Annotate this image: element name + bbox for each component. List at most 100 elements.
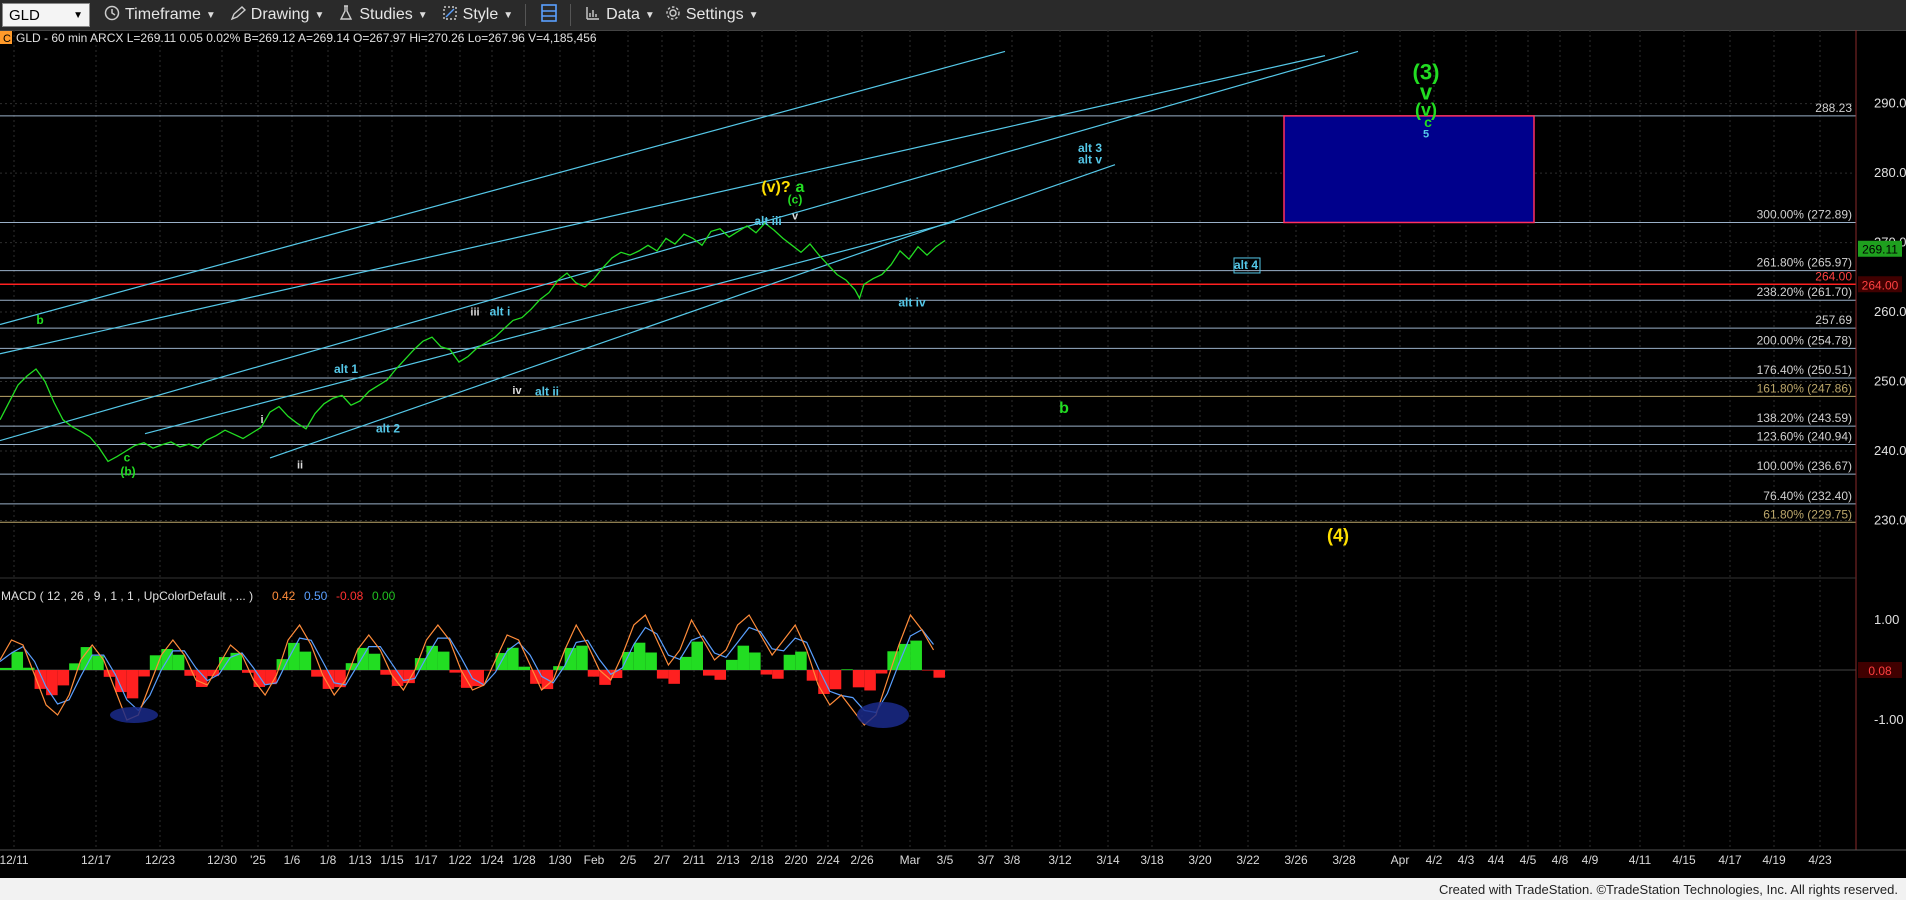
toolbar-divider xyxy=(525,4,527,26)
macd-histogram-bar xyxy=(691,641,703,670)
x-tick-label: 3/14 xyxy=(1096,853,1120,867)
macd-histogram-bar xyxy=(57,670,70,686)
x-tick-label: 4/4 xyxy=(1488,853,1505,867)
y-tick-label: 260.00 xyxy=(1874,304,1906,319)
chevron-down-icon: ▼ xyxy=(748,9,759,21)
level-label: 176.40% (250.51) xyxy=(1757,363,1852,377)
y-tick-label: 250.00 xyxy=(1874,374,1906,389)
macd-histogram-bar xyxy=(910,640,922,670)
macd-histogram-bar xyxy=(426,645,438,670)
x-tick-label: 1/28 xyxy=(512,853,536,867)
chevron-down-icon: ▼ xyxy=(205,9,216,21)
level-label: 257.69 xyxy=(1815,313,1852,327)
wave-label: iii xyxy=(470,307,479,319)
symbol-text: GLD xyxy=(9,6,40,24)
macd-histogram-bar xyxy=(115,670,127,693)
style-icon xyxy=(442,5,458,26)
x-tick-label: 1/13 xyxy=(348,853,372,867)
footer-bar: Created with TradeStation. ©TradeStation… xyxy=(0,878,1906,900)
macd-histogram-bar xyxy=(656,670,669,679)
macd-histogram-bar xyxy=(484,670,496,671)
macd-histogram-bar xyxy=(138,670,150,677)
wave-label: b xyxy=(1059,400,1069,417)
macd-histogram-bar xyxy=(818,670,830,694)
wave-label: (v)? xyxy=(761,179,790,196)
macd-histogram-bar xyxy=(726,659,738,670)
style-menu[interactable]: Style ▼ xyxy=(442,5,513,26)
x-tick-label: 3/12 xyxy=(1048,853,1072,867)
drawing-menu[interactable]: Drawing ▼ xyxy=(230,5,324,26)
x-tick-label: 1/17 xyxy=(414,853,438,867)
x-tick-label: 3/8 xyxy=(1004,853,1021,867)
footer-text: Created with TradeStation. ©TradeStation… xyxy=(1438,882,1898,897)
x-tick-label: 2/11 xyxy=(683,853,706,867)
wave-label: i xyxy=(260,414,263,426)
studies-label: Studies xyxy=(359,6,413,23)
channel-lines xyxy=(0,50,1359,459)
chevron-down-icon[interactable]: ▼ xyxy=(73,10,83,21)
x-tick-label: 12/11 xyxy=(0,853,29,867)
target-box xyxy=(1283,115,1535,224)
wave-label: (4) xyxy=(1327,525,1349,545)
settings-label: Settings xyxy=(685,6,744,23)
level-label: 261.80% (265.97) xyxy=(1757,256,1852,270)
macd-histogram-bar xyxy=(679,656,692,670)
macd-histogram-bar xyxy=(783,654,796,670)
clock-icon xyxy=(104,5,120,26)
macd-histogram-bar xyxy=(829,670,842,690)
macd-histogram-bar xyxy=(622,651,634,670)
timeframe-menu[interactable]: Timeframe ▼ xyxy=(104,5,216,26)
x-tick-label: 1/30 xyxy=(548,853,572,867)
y-tick-label: 230.00 xyxy=(1874,513,1906,528)
header-badge: C xyxy=(3,33,11,45)
price-chart[interactable]: 288.23300.00% (272.89)261.80% (265.97)26… xyxy=(0,30,1906,878)
macd-histogram-bar xyxy=(795,651,807,670)
macd-panel xyxy=(0,613,1856,728)
x-tick-label: 4/15 xyxy=(1672,853,1696,867)
macd-value-4: 0.00 xyxy=(372,589,396,603)
wave-label: alt 4 xyxy=(1234,258,1258,272)
toolbar: GLD ▼ Timeframe ▼ Drawing ▼ Studies ▼ St… xyxy=(0,0,1906,31)
last-price-label: 269.11 xyxy=(1862,243,1898,257)
timeframe-label: Timeframe xyxy=(125,6,201,23)
layout-button[interactable] xyxy=(540,3,558,28)
level-label: 123.60% (240.94) xyxy=(1757,429,1852,443)
x-tick-label: 1/6 xyxy=(284,853,301,867)
macd-histogram-bar xyxy=(449,670,461,673)
studies-menu[interactable]: Studies ▼ xyxy=(338,4,428,26)
chevron-down-icon: ▼ xyxy=(417,9,428,21)
macd-header: MACD ( 12 , 26 , 9 , 1 , 1 , UpColorDefa… xyxy=(1,589,253,603)
settings-menu[interactable]: Settings ▼ xyxy=(665,5,759,26)
x-tick-label: 3/22 xyxy=(1236,853,1260,867)
wave-label: c xyxy=(124,450,131,464)
macd-last-value: 0.08 xyxy=(1868,664,1892,678)
macd-histogram-bar xyxy=(0,667,12,670)
macd-histogram-bar xyxy=(149,655,162,670)
level-label: 300.00% (272.89) xyxy=(1757,207,1852,221)
x-tick-label: 2/18 xyxy=(750,853,774,867)
layout-icon xyxy=(540,3,558,28)
x-tick-label: 2/13 xyxy=(716,853,740,867)
chevron-down-icon: ▼ xyxy=(503,9,514,21)
y-tick-label: 240.00 xyxy=(1874,443,1906,458)
x-tick-label: 1/15 xyxy=(380,853,404,867)
macd-histogram-bar xyxy=(368,653,381,670)
x-tick-label: 1/8 xyxy=(320,853,337,867)
wave-labels: bc(b)iiiiiiivvalt 1alt 2alt ialt iialt i… xyxy=(36,59,1439,545)
x-tick-label: 1/22 xyxy=(448,853,472,867)
macd-histogram-bar xyxy=(576,645,588,670)
flask-icon xyxy=(338,4,354,26)
wave-label: alt i xyxy=(490,305,511,319)
x-tick-label: 4/19 xyxy=(1762,853,1786,867)
macd-histogram-bar xyxy=(898,643,911,670)
macd-histogram-bar xyxy=(507,647,519,670)
x-tick-label: 4/5 xyxy=(1520,853,1537,867)
wave-label: alt 1 xyxy=(334,362,358,376)
symbol-input[interactable]: GLD ▼ xyxy=(2,3,90,27)
fib-levels: 288.23 300.00% (272.89) 261.80% (265.97)26… xyxy=(0,101,1856,523)
macd-histogram-bar xyxy=(841,669,853,670)
pencil-icon xyxy=(230,5,246,26)
macd-divergence-ellipse xyxy=(110,707,158,723)
level-label: 100.00% (236.67) xyxy=(1757,459,1852,473)
data-menu[interactable]: Data ▼ xyxy=(585,5,655,26)
